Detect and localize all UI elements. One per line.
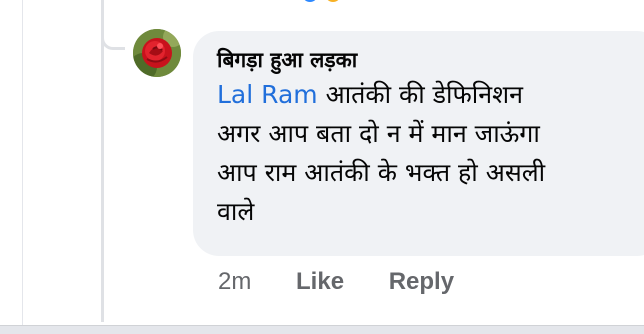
comment-line-1: आतंकी की डेफिनिशन xyxy=(317,80,523,109)
thread-connector-line xyxy=(101,0,104,322)
section-divider xyxy=(0,325,644,334)
feed-left-border xyxy=(22,0,23,334)
haha-reaction-icon xyxy=(325,0,342,2)
comment-text: Lal Ram आतंकी की डेफिनिशन अगर आप बता दो … xyxy=(217,75,643,231)
comment-actions: 2m Like Reply xyxy=(218,268,492,296)
comment-timestamp[interactable]: 2m xyxy=(218,268,251,295)
reply-button[interactable]: Reply xyxy=(389,268,454,295)
red-rose-avatar-icon xyxy=(133,29,181,77)
comment-line-3: आप राम आतंकी के भक्त हो असली xyxy=(217,158,546,187)
previous-comment-reactions[interactable] xyxy=(300,0,342,4)
mention-link[interactable]: Lal Ram xyxy=(217,80,318,109)
comment-line-2: अगर आप बता दो न में मान जाऊंगा xyxy=(217,119,540,148)
like-reaction-icon xyxy=(302,0,318,2)
thread-connector-elbow xyxy=(101,28,125,50)
like-button[interactable]: Like xyxy=(296,268,344,295)
comment-line-4: वाले xyxy=(217,197,255,226)
comment-bubble: बिगड़ा हुआ लड़का Lal Ram आतंकी की डेफिनि… xyxy=(193,31,644,256)
comment-author-name[interactable]: बिगड़ा हुआ लड़का xyxy=(217,45,643,75)
avatar[interactable] xyxy=(133,29,181,77)
